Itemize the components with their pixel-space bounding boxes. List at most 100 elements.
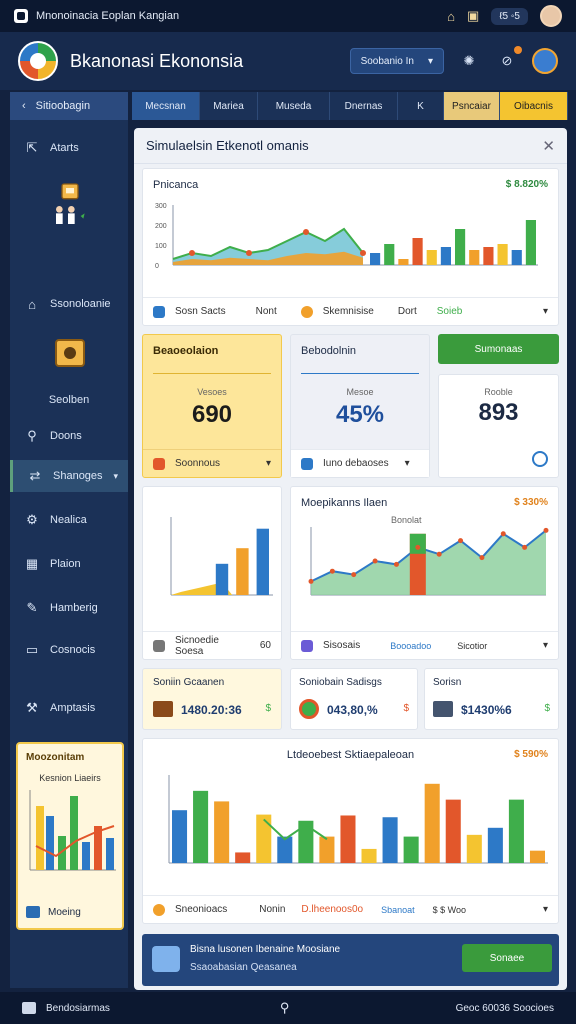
chevron-down-icon[interactable]: ▾ [543, 306, 548, 317]
app-header: Bkanonasi Ekononsia Soobanio In ▾ ✺ ⊘ [0, 32, 576, 90]
bar [525, 220, 536, 265]
stat2-foot-label: Iuno debaoses [323, 458, 389, 469]
stat-card-1: Beaoeolaion Vesoes 690 Soonnous ▾ [142, 334, 282, 478]
data-point [479, 555, 485, 561]
simulation-panel: Simulaelsin Etkenotl omanis ✕ Pnicanca $… [134, 128, 567, 990]
user-avatar[interactable] [532, 48, 558, 74]
tab-mariea[interactable]: Mariea [200, 92, 258, 120]
sidebar-item-label: Shanoges [53, 470, 103, 482]
notification-dot [514, 46, 522, 54]
tab-k[interactable]: K [398, 92, 444, 120]
radio-icon[interactable] [532, 451, 548, 467]
tick-label: 100 [155, 243, 167, 250]
briefcase-illustration-icon [56, 183, 85, 224]
bar [487, 827, 503, 863]
scenario-select[interactable]: Soobanio In ▾ [349, 48, 444, 74]
line-series [263, 818, 328, 841]
settings-icon[interactable]: ✺ [456, 48, 482, 74]
mini3-arrow: $ [544, 703, 550, 714]
bus-icon [152, 946, 180, 972]
sidebar-item-cosnocis[interactable]: ▭ Cosnocis [10, 634, 128, 666]
sidebar-item-ssonoloanie[interactable]: ⌂ Ssonoloanie [10, 288, 128, 320]
mid-right-foot-label: Sicotior [457, 640, 488, 651]
avatar[interactable] [540, 5, 562, 27]
doc-icon [301, 457, 313, 470]
sidebar-item-amptasis[interactable]: ⚒ Amptasis [10, 692, 128, 724]
home-icon[interactable]: ⌂ [447, 9, 455, 24]
stat3-label: Rooble [484, 387, 513, 397]
bar [277, 836, 293, 863]
search-icon[interactable]: ⚲ [280, 1000, 290, 1016]
tag-icon [153, 457, 165, 470]
mid-right-chart [308, 527, 549, 596]
pen-icon: ✎ [26, 600, 38, 615]
stat2-label: Mesoe [346, 387, 374, 397]
bottom-bar: Bendosiarmas ⚲ Geoc 60036 Soocioes [0, 992, 576, 1024]
bar [384, 244, 395, 265]
tab-oibacnis[interactable]: Oibacnis [500, 92, 568, 120]
sidebar-item-shanoges[interactable]: ⇄ Shanoges ▾ [10, 460, 128, 492]
sidebar-item-plaion[interactable]: ▦ Plaion [10, 548, 128, 580]
stat-card-2: Bebodolnin Mesoe 45% Iuno debaoses ▾ [290, 334, 430, 478]
status-chip: ℓ5 ◦5 [491, 7, 528, 25]
bar [256, 814, 272, 863]
data-point [351, 572, 357, 578]
bar [497, 244, 508, 265]
sidebar-card-title: Moozonitam [26, 752, 85, 763]
mid-left-chart-card: Sicnoedie Soesa 60 [142, 486, 282, 660]
tab-psncaiar[interactable]: Psncaiar [444, 92, 500, 120]
banner-line-1: Bisna lusonen Ibenaine Moosiane [190, 944, 341, 955]
mid-right-footer[interactable]: Sisosais Boooadoo Sicotior ▾ [291, 631, 558, 659]
sidebar-item-hamberig[interactable]: ✎ Hamberig [10, 592, 128, 624]
sidebar-card-footer-label: Moeing [48, 906, 81, 918]
menu-icon[interactable] [22, 1002, 36, 1014]
bar [193, 790, 209, 863]
mid-left-foot-label: Sicnoedie Soesa [174, 634, 219, 657]
data-point [372, 558, 378, 564]
sidebar-card-footer[interactable]: Moeing [26, 906, 81, 918]
tab-dnernas[interactable]: Dnernas [330, 92, 398, 120]
data-point [393, 561, 399, 567]
scenario-select-label: Soobanio In [360, 55, 414, 67]
bottom-bar-right: Geoc 60036 Soocioes [455, 1002, 554, 1014]
bottom-foot-label: $ $ Woo [432, 904, 467, 915]
data-point [329, 568, 335, 574]
bar [403, 836, 419, 863]
bar [426, 250, 437, 265]
notification-icon[interactable]: ▣ [467, 8, 479, 24]
bottom-chart-footer[interactable]: Sneonioacs Nonin D.lheenoos0o Sbanoat $ … [143, 895, 558, 923]
mid-left-chart [170, 517, 273, 596]
stat1-footer[interactable]: Soonnous ▾ [143, 449, 281, 477]
clipboard-illustration-icon [55, 339, 85, 367]
mini3-value: $1430%6 [461, 703, 512, 717]
tab-museda[interactable]: Museda [258, 92, 330, 120]
mini-stat-1[interactable]: Soniin Gcaanen 1480.20:36 $ [142, 668, 282, 730]
sidebar-item-label: Doons [50, 430, 82, 442]
chevron-down-icon: ▾ [404, 458, 410, 469]
sidebar-item-label: Hamberig [50, 602, 98, 614]
sidebar-summary-card[interactable]: Moozonitam Kesnion Liaeirs Moeing [16, 742, 124, 930]
mini-stat-2[interactable]: Soniobain Sadisgs 043,80,% $ [290, 668, 418, 730]
summary-button[interactable]: Sumonaas [438, 334, 559, 364]
sidebar-item-seolben[interactable]: Seolben [10, 384, 128, 416]
banner-button[interactable]: Sonaee [462, 944, 552, 972]
mini2-arrow: $ [403, 703, 409, 714]
sidebar-back[interactable]: ‹ Sitioobagin [10, 92, 128, 120]
info-banner: Bisna lusonen Ibenaine Moosiane Ssaoabas… [142, 934, 559, 986]
bar [440, 247, 451, 265]
sidebar-item-atarts[interactable]: ⇱ Atarts [10, 132, 128, 164]
link-icon[interactable]: ⊘ [494, 46, 522, 74]
chevron-down-icon: ▾ [427, 55, 433, 67]
sidebar-item-doons[interactable]: ⚲ Doons [10, 420, 128, 452]
mini-stat-3[interactable]: Sorisn $1430%6 $ [424, 668, 559, 730]
chevron-down-icon: ▾ [542, 904, 548, 915]
stat2-footer[interactable]: Iuno debaoses ▾ [291, 449, 429, 477]
bar [214, 801, 230, 863]
mid-right-foot-label: Boooadoo [390, 640, 432, 651]
close-icon[interactable]: ✕ [542, 137, 555, 155]
sidebar-item-nealica[interactable]: ⚙ Nealica [10, 504, 128, 536]
chevron-down-icon: ▾ [265, 458, 271, 469]
panel-title: Simulaelsin Etkenotl omanis [146, 138, 309, 153]
mid-left-footer[interactable]: Sicnoedie Soesa 60 [143, 631, 281, 659]
tab-mecsnan[interactable]: Mecsnan [132, 92, 200, 120]
